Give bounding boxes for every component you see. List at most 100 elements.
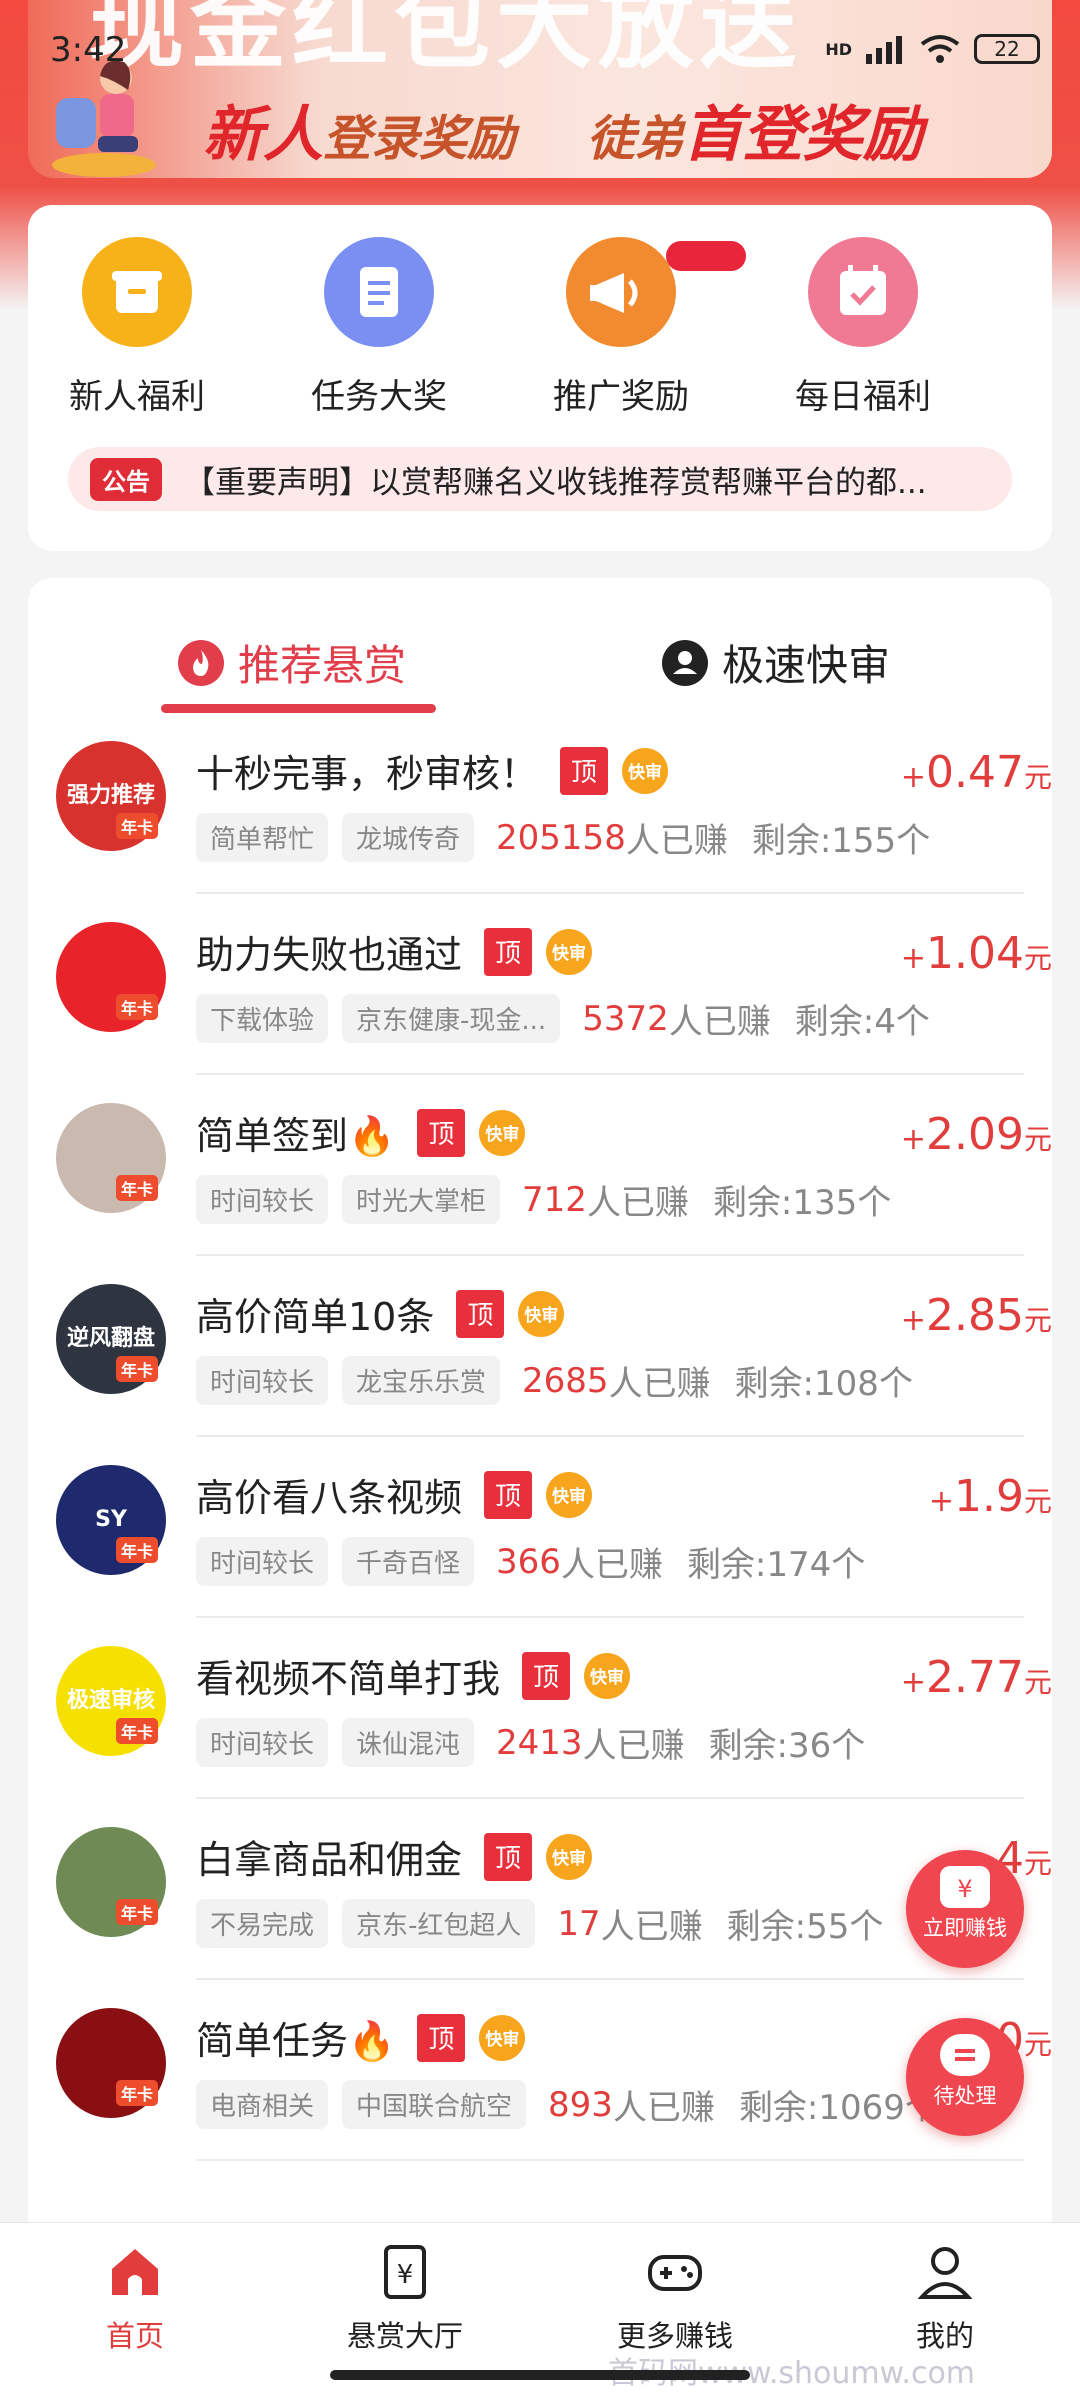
flame-icon [178, 639, 224, 686]
calendar-check-icon [808, 237, 918, 347]
annual-card-badge: 年卡 [116, 1175, 159, 1201]
category-chip: 时间较长 [196, 1718, 329, 1767]
yuan-bag-icon: ¥ [940, 1866, 990, 1908]
project-chip: 龙宝乐乐赏 [342, 1356, 501, 1405]
earned-count: 366 [496, 1541, 561, 1582]
task-row[interactable]: 年卡 白拿商品和佣金 顶 快审 +4元 不易完成 京东-红包超人 17 人已赚 … [28, 1799, 1052, 1980]
task-row[interactable]: 年卡 简单任务🔥 顶 快审 +0元 电商相关 中国联合航空 893 人已赚 剩余… [28, 1980, 1052, 2161]
task-reward: +0.47元 [900, 747, 1052, 798]
task-row[interactable]: 年卡 助力失败也通过 顶 快审 +1.04元 下载体验 京东健康-现金... 5… [28, 894, 1052, 1075]
home-indicator[interactable] [330, 2370, 750, 2380]
earned-count: 5372 [582, 998, 669, 1039]
menu-item-promotion[interactable]: 推广奖励 [541, 237, 746, 418]
status-bar: 3:42 HD 22 [50, 30, 1040, 74]
category-chip: 简单帮忙 [196, 813, 329, 862]
annual-card-badge: 年卡 [116, 813, 159, 839]
earned-count: 205158 [496, 817, 626, 858]
pinned-badge: 顶 [560, 746, 609, 795]
announcement-bar[interactable]: 公告 【重要声明】以赏帮赚名义收钱推荐赏帮赚平台的都... [68, 447, 1012, 511]
tab-recommended[interactable]: 推荐悬赏 [178, 632, 406, 693]
remaining-count: 剩余:135个 [712, 1183, 892, 1223]
svg-text:¥: ¥ [397, 2260, 414, 2290]
pending-button[interactable]: 待处理 [906, 2018, 1024, 2136]
task-row[interactable]: 年卡 简单签到🔥 顶 快审 +2.09元 时间较长 时光大掌柜 712 人已赚 … [28, 1075, 1052, 1256]
network-type: HD [825, 39, 852, 59]
wifi-icon [920, 35, 960, 63]
status-icons: HD 22 [825, 34, 1040, 64]
task-title: 高价简单10条 [196, 1295, 435, 1339]
project-chip: 京东健康-现金... [342, 994, 561, 1043]
task-title: 简单任务🔥 [196, 2019, 396, 2063]
task-reward: +2.85元 [900, 1290, 1052, 1341]
menu-item-newcomer[interactable]: 新人福利 [57, 237, 217, 418]
task-row[interactable]: 强力推荐 年卡 十秒完事，秒审核！ 顶 快审 +0.47元 简单帮忙 龙城传奇 … [28, 713, 1052, 894]
menu-item-daily[interactable]: 每日福利 [783, 237, 943, 418]
announcement-text: 【重要声明】以赏帮赚名义收钱推荐赏帮赚平台的都... [184, 464, 927, 501]
earned-count: 712 [522, 1179, 587, 1220]
task-reward: +1.9元 [928, 1471, 1052, 1522]
signal-icon [866, 36, 902, 64]
quick-menu-card: 新人福利 任务大奖 推广奖励 每日福利 公告 【重要声明】以赏帮赚名义收钱推荐赏… [28, 205, 1052, 551]
remaining-count: 剩余:36个 [708, 1726, 866, 1766]
menu-item-task-prize[interactable]: 任务大奖 [299, 237, 459, 418]
gift-box-icon [82, 237, 192, 347]
chat-bubble-icon [940, 2034, 990, 2076]
nav-reward-hall[interactable]: ¥ 悬赏大厅 [315, 2233, 495, 2355]
pinned-badge: 顶 [522, 1651, 571, 1700]
announcement-tag: 公告 [90, 457, 162, 501]
task-reward: +1.04元 [900, 928, 1052, 979]
pinned-badge: 顶 [484, 1832, 533, 1881]
earned-count: 893 [548, 2084, 613, 2125]
task-title: 十秒完事，秒审核！ [196, 752, 539, 796]
task-reward: +2.77元 [900, 1652, 1052, 1703]
task-row[interactable]: 极速审核 年卡 看视频不简单打我 顶 快审 +2.77元 时间较长 诛仙混沌 2… [28, 1618, 1052, 1799]
pinned-badge: 顶 [417, 2013, 466, 2062]
category-chip: 下载体验 [196, 994, 329, 1043]
project-chip: 千奇百怪 [342, 1537, 475, 1586]
active-tab-indicator [161, 704, 436, 713]
project-chip: 时光大掌柜 [342, 1175, 501, 1224]
task-row[interactable]: 逆风翻盘 年卡 高价简单10条 顶 快审 +2.85元 时间较长 龙宝乐乐赏 2… [28, 1256, 1052, 1437]
task-tabs: 推荐悬赏 极速快审 [28, 578, 1052, 713]
pinned-badge: 顶 [484, 927, 533, 976]
task-row[interactable]: SY 年卡 高价看八条视频 顶 快审 +1.9元 时间较长 千奇百怪 366 人… [28, 1437, 1052, 1618]
earned-count: 17 [557, 1903, 601, 1944]
task-title: 白拿商品和佣金 [196, 1838, 463, 1882]
promo-banner[interactable]: 现金红包大放送 新人登录奖励 徒弟首登奖励 [28, 0, 1052, 178]
nav-mine[interactable]: 我的 [855, 2233, 1035, 2355]
fast-review-badge: 快审 [479, 2014, 526, 2061]
annual-card-badge: 年卡 [116, 1356, 159, 1382]
earned-count: 2413 [496, 1722, 583, 1763]
yuan-document-icon: ¥ [384, 2245, 426, 2299]
fast-review-badge: 快审 [479, 1109, 526, 1156]
fast-review-badge: 快审 [546, 1471, 593, 1518]
banner-subtitle: 新人登录奖励 徒弟首登奖励 [203, 100, 923, 170]
earned-count: 2685 [522, 1360, 609, 1401]
project-chip: 京东-红包超人 [342, 1899, 536, 1948]
task-reward: +2.09元 [900, 1109, 1052, 1160]
pinned-badge: 顶 [484, 1470, 533, 1519]
task-title: 简单签到🔥 [196, 1114, 396, 1158]
remaining-count: 剩余:4个 [794, 1002, 930, 1042]
annual-card-badge: 年卡 [116, 1537, 159, 1563]
category-chip: 时间较长 [196, 1175, 329, 1224]
nav-more-earning[interactable]: 更多赚钱 [585, 2233, 765, 2355]
remaining-count: 剩余:108个 [734, 1364, 913, 1404]
category-chip: 不易完成 [196, 1899, 329, 1948]
task-title: 高价看八条视频 [196, 1476, 463, 1520]
annual-card-badge: 年卡 [116, 2080, 159, 2106]
notification-badge [666, 241, 746, 271]
task-title: 助力失败也通过 [196, 933, 463, 977]
remaining-count: 剩余:55个 [726, 1907, 884, 1947]
remaining-count: 剩余:174个 [686, 1545, 866, 1585]
earn-now-button[interactable]: ¥ 立即赚钱 [906, 1850, 1024, 1968]
fast-review-badge: 快审 [622, 747, 669, 794]
megaphone-icon [566, 237, 746, 347]
tab-fast-review[interactable]: 极速快审 [662, 632, 890, 693]
clipboard-icon [324, 237, 434, 347]
task-list-card: 推荐悬赏 极速快审 强力推荐 年卡 十秒完事，秒审核！ 顶 快审 +0.47元 … [28, 578, 1052, 2278]
user-circle-icon [662, 639, 708, 686]
annual-card-badge: 年卡 [116, 1899, 159, 1925]
nav-home[interactable]: 首页 [45, 2233, 225, 2355]
project-chip: 龙城传奇 [342, 813, 475, 862]
